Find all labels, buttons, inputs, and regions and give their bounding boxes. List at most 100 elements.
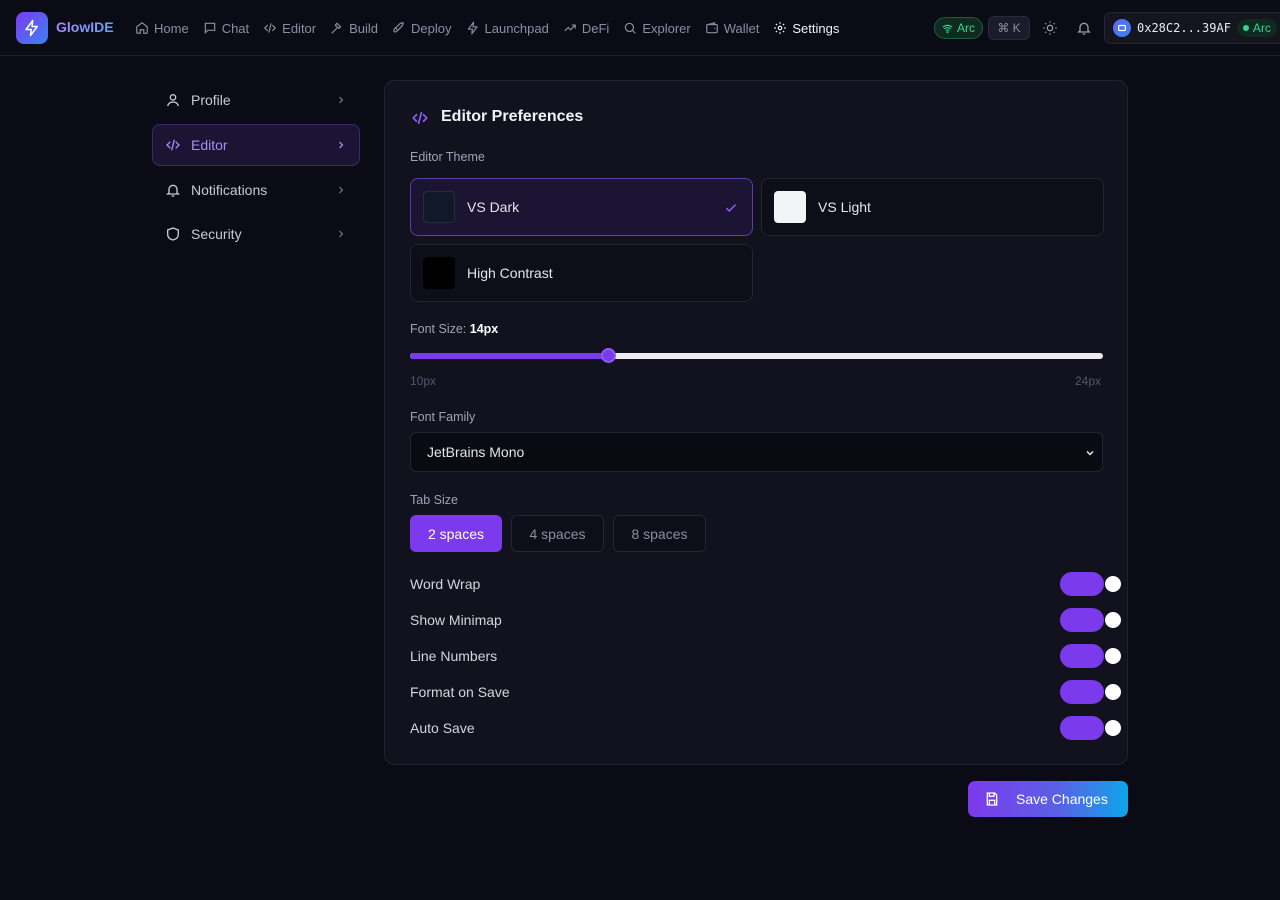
nav-label: Deploy <box>411 20 452 36</box>
lightning-icon <box>466 21 480 35</box>
nav-label: Home <box>154 20 189 36</box>
font-family-select[interactable]: JetBrains Mono <box>410 432 1103 472</box>
nav-chat[interactable]: Chat <box>196 14 256 42</box>
search-icon <box>623 21 637 35</box>
toggle-knob <box>1105 684 1121 700</box>
font-family-value: JetBrains Mono <box>427 444 525 460</box>
nav-settings[interactable]: Settings <box>766 14 846 42</box>
slider-max-label: 24px <box>1075 374 1102 388</box>
sidebar-item-label: Editor <box>191 137 228 153</box>
theme-option-vs-dark[interactable]: VS Dark <box>410 178 753 236</box>
nav-launchpad[interactable]: Launchpad <box>459 14 556 42</box>
user-icon <box>165 92 181 108</box>
save-icon <box>984 791 1000 807</box>
sidebar-item-label: Profile <box>191 92 231 108</box>
hammer-icon <box>330 21 344 35</box>
check-icon <box>724 201 738 215</box>
nav-wallet[interactable]: Wallet <box>698 14 767 42</box>
nav-label: Chat <box>221 20 250 36</box>
rocket-icon <box>392 21 406 35</box>
sidebar-item-label: Security <box>191 226 242 242</box>
save-button-label: Save Changes <box>1016 791 1108 807</box>
editor-preferences-panel: Editor Preferences Editor Theme VS Dark … <box>384 80 1128 765</box>
nav-label: Launchpad <box>484 20 549 36</box>
toggle-knob <box>1105 720 1121 736</box>
toggle-label: Line Numbers <box>410 648 498 664</box>
nav-deploy[interactable]: Deploy <box>385 14 458 42</box>
wallet-avatar-icon <box>1113 19 1131 37</box>
nav-explorer[interactable]: Explorer <box>616 14 697 42</box>
nav-editor[interactable]: Editor <box>256 14 323 42</box>
font-size-value: 14px <box>469 322 499 336</box>
network-name: Arc <box>957 21 975 35</box>
save-changes-button[interactable]: Save Changes <box>968 781 1128 817</box>
code-icon <box>263 21 277 35</box>
toggle-row-word-wrap: Word Wrap <box>410 572 1123 598</box>
theme-label: Editor Theme <box>410 150 485 164</box>
gear-icon <box>773 21 787 35</box>
chevron-down-icon <box>1084 447 1096 459</box>
sidebar-item-editor[interactable]: Editor <box>152 124 360 166</box>
status-dot-icon <box>1242 25 1249 31</box>
chevron-right-icon <box>335 94 347 106</box>
theme-name: VS Light <box>818 199 871 215</box>
wallet-address: 0x28C2...39AF <box>1137 21 1231 35</box>
toggle-label: Format on Save <box>410 684 510 700</box>
home-icon <box>135 21 149 35</box>
toggle-row-line-numbers: Line Numbers <box>410 644 1123 670</box>
sun-icon[interactable] <box>1040 18 1060 38</box>
theme-option-vs-light[interactable]: VS Light <box>761 178 1104 236</box>
theme-swatch <box>423 257 455 289</box>
toggle-row-auto-save: Auto Save <box>410 716 1123 742</box>
shield-icon <box>165 226 181 242</box>
wallet-connect-button[interactable]: 0x28C2...39AF Arc <box>1104 12 1280 44</box>
chevron-right-icon <box>335 184 347 196</box>
sidebar-item-notifications[interactable]: Notifications <box>152 169 360 211</box>
theme-swatch <box>774 191 806 223</box>
font-size-slider[interactable] <box>410 353 1103 359</box>
command-palette-button[interactable]: ⌘ K <box>988 16 1030 40</box>
toggle-row-format-on-save: Format on Save <box>410 680 1123 706</box>
nav-label: Settings <box>792 20 840 36</box>
wallet-chain-name: Arc <box>1252 21 1271 35</box>
font-size-label-text: Font Size: <box>410 322 470 336</box>
lightning-icon[interactable] <box>16 12 48 44</box>
toggle-row-show-minimap: Show Minimap <box>410 608 1123 634</box>
line-numbers-toggle[interactable] <box>1060 644 1104 668</box>
wifi-icon <box>942 23 953 34</box>
auto-save-toggle[interactable] <box>1060 716 1104 740</box>
chevron-right-icon <box>335 139 347 151</box>
nav-label: DeFi <box>581 20 610 36</box>
nav-defi[interactable]: DeFi <box>556 14 616 42</box>
bell-icon[interactable] <box>1074 18 1094 38</box>
slider-thumb[interactable] <box>601 348 616 363</box>
nav-label: Editor <box>282 20 317 36</box>
word-wrap-toggle[interactable] <box>1060 572 1104 596</box>
nav-build[interactable]: Build <box>323 14 385 42</box>
theme-name: High Contrast <box>467 265 553 281</box>
app-name[interactable]: GlowIDE <box>56 19 114 35</box>
slider-min-label: 10px <box>410 374 437 388</box>
toggle-label: Auto Save <box>410 720 475 736</box>
show-minimap-toggle[interactable] <box>1060 608 1104 632</box>
font-family-label: Font Family <box>410 410 476 424</box>
tab-size-8-button[interactable]: 8 spaces <box>613 515 706 552</box>
trending-up-icon <box>563 21 577 35</box>
format-on-save-toggle[interactable] <box>1060 680 1104 704</box>
network-badge[interactable]: Arc <box>934 17 983 39</box>
toggle-label: Word Wrap <box>410 576 481 592</box>
nav-label: Explorer <box>642 20 691 36</box>
chat-icon <box>203 21 217 35</box>
wallet-chain-badge: Arc <box>1236 19 1277 37</box>
main-nav: Home Chat Editor Build Deploy Launchpad … <box>128 14 846 42</box>
nav-home[interactable]: Home <box>128 14 196 42</box>
sidebar-item-security[interactable]: Security <box>152 213 360 255</box>
wallet-icon <box>705 21 719 35</box>
tab-size-2-button[interactable]: 2 spaces <box>410 515 502 552</box>
theme-option-high-contrast[interactable]: High Contrast <box>410 244 753 302</box>
tab-size-4-button[interactable]: 4 spaces <box>511 515 604 552</box>
code-icon <box>410 109 430 127</box>
panel-title: Editor Preferences <box>441 108 584 125</box>
nav-label: Wallet <box>723 20 760 36</box>
sidebar-item-profile[interactable]: Profile <box>152 79 360 121</box>
